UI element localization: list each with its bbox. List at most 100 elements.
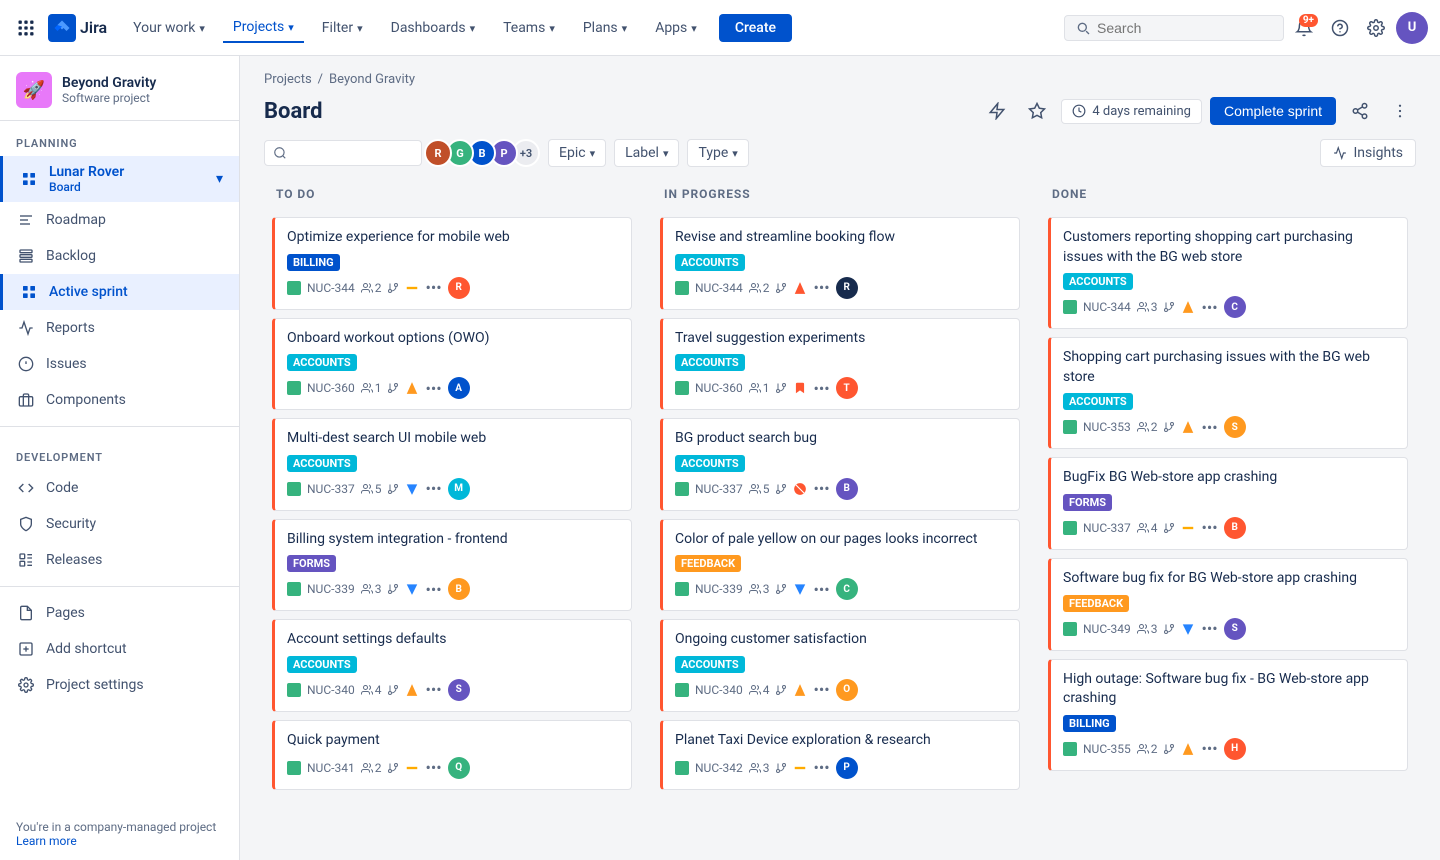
branch-svg bbox=[387, 282, 399, 294]
sidebar-item-add-shortcut[interactable]: Add shortcut bbox=[0, 631, 239, 667]
table-row[interactable]: Billing system integration - frontend FO… bbox=[272, 519, 632, 612]
card-count: 5 bbox=[361, 482, 382, 496]
card-footer: NUC-344 2 ••• R bbox=[675, 277, 1007, 299]
learn-more-link[interactable]: Learn more bbox=[16, 834, 77, 848]
label-filter-button[interactable]: Label bbox=[614, 139, 679, 167]
card-more-button[interactable]: ••• bbox=[425, 758, 441, 777]
table-row[interactable]: High outage: Software bug fix - BG Web-s… bbox=[1048, 659, 1408, 771]
notifications-button[interactable]: 9+ bbox=[1288, 12, 1320, 44]
sidebar: 🚀 Beyond Gravity Software project PLANNI… bbox=[0, 56, 240, 860]
card-branch-icon bbox=[775, 684, 787, 696]
table-row[interactable]: Revise and streamline booking flow ACCOU… bbox=[660, 217, 1020, 310]
card-more-button[interactable]: ••• bbox=[425, 379, 441, 398]
star-button[interactable] bbox=[1021, 95, 1053, 127]
help-button[interactable] bbox=[1324, 12, 1356, 44]
jira-logo[interactable]: Jira bbox=[48, 14, 107, 42]
sidebar-item-reports[interactable]: Reports bbox=[0, 310, 239, 346]
nav-apps[interactable]: Apps bbox=[645, 14, 707, 42]
subtask-icon bbox=[749, 762, 761, 774]
nav-filter[interactable]: Filter bbox=[312, 14, 373, 42]
priority-icon bbox=[1181, 521, 1195, 535]
complete-sprint-button[interactable]: Complete sprint bbox=[1210, 97, 1336, 125]
card-more-button[interactable]: ••• bbox=[1201, 619, 1217, 638]
more-options-button[interactable] bbox=[1384, 95, 1416, 127]
card-more-button[interactable]: ••• bbox=[813, 680, 829, 699]
board-search[interactable] bbox=[264, 140, 422, 166]
table-row[interactable]: Shopping cart purchasing issues with the… bbox=[1048, 337, 1408, 449]
card-more-button[interactable]: ••• bbox=[425, 680, 441, 699]
sidebar-item-security[interactable]: Security bbox=[0, 506, 239, 542]
nav-dashboards[interactable]: Dashboards bbox=[381, 14, 485, 42]
table-row[interactable]: Optimize experience for mobile web BILLI… bbox=[272, 217, 632, 310]
card-more-button[interactable]: ••• bbox=[1201, 739, 1217, 758]
card-count: 5 bbox=[749, 482, 770, 496]
assignee-avatar: B bbox=[836, 478, 858, 500]
nav-plans[interactable]: Plans bbox=[573, 14, 637, 42]
breadcrumb-project-name[interactable]: Beyond Gravity bbox=[329, 72, 415, 87]
table-row[interactable]: Ongoing customer satisfaction ACCOUNTS N… bbox=[660, 619, 1020, 712]
project-settings-svg bbox=[18, 677, 34, 693]
search-input[interactable] bbox=[1097, 20, 1247, 36]
table-row[interactable]: Quick payment NUC-341 2 ••• Q bbox=[272, 720, 632, 790]
card-more-button[interactable]: ••• bbox=[813, 379, 829, 398]
card-more-button[interactable]: ••• bbox=[1201, 418, 1217, 437]
card-more-button[interactable]: ••• bbox=[813, 479, 829, 498]
table-row[interactable]: Onboard workout options (OWO) ACCOUNTS N… bbox=[272, 318, 632, 411]
sidebar-item-releases[interactable]: Releases bbox=[0, 542, 239, 578]
sidebar-item-issues[interactable]: Issues bbox=[0, 346, 239, 382]
create-button[interactable]: Create bbox=[719, 14, 792, 42]
table-row[interactable]: Multi-dest search UI mobile web ACCOUNTS… bbox=[272, 418, 632, 511]
card-more-button[interactable]: ••• bbox=[425, 580, 441, 599]
card-more-button[interactable]: ••• bbox=[813, 758, 829, 777]
card-more-button[interactable]: ••• bbox=[1201, 298, 1217, 317]
nav-projects[interactable]: Projects bbox=[223, 13, 304, 43]
type-filter-button[interactable]: Type bbox=[687, 139, 748, 167]
table-row[interactable]: Account settings defaults ACCOUNTS NUC-3… bbox=[272, 619, 632, 712]
story-icon bbox=[1063, 622, 1077, 636]
card-title: Shopping cart purchasing issues with the… bbox=[1063, 348, 1395, 387]
table-row[interactable]: Color of pale yellow on our pages looks … bbox=[660, 519, 1020, 612]
board-search-input[interactable] bbox=[293, 145, 413, 161]
share-button[interactable] bbox=[1344, 95, 1376, 127]
card-tag: ACCOUNTS bbox=[675, 656, 745, 673]
priority-icon bbox=[793, 482, 807, 496]
user-avatar[interactable]: U bbox=[1396, 12, 1428, 44]
branch-svg bbox=[775, 583, 787, 595]
sidebar-item-pages[interactable]: Pages bbox=[0, 595, 239, 631]
table-row[interactable]: Travel suggestion experiments ACCOUNTS N… bbox=[660, 318, 1020, 411]
epic-filter-button[interactable]: Epic bbox=[548, 139, 606, 167]
breadcrumb-projects[interactable]: Projects bbox=[264, 72, 312, 87]
apps-grid-icon[interactable] bbox=[12, 14, 40, 42]
card-more-button[interactable]: ••• bbox=[813, 580, 829, 599]
sidebar-item-project-settings[interactable]: Project settings bbox=[0, 667, 239, 703]
settings-button[interactable] bbox=[1360, 12, 1392, 44]
card-more-button[interactable]: ••• bbox=[1201, 518, 1217, 537]
table-row[interactable]: BugFix BG Web-store app crashing FORMS N… bbox=[1048, 457, 1408, 550]
column-done: DONE Customers reporting shopping cart p… bbox=[1040, 179, 1416, 779]
card-count: 2 bbox=[361, 761, 382, 775]
card-id: NUC-341 bbox=[307, 761, 355, 775]
insights-button[interactable]: Insights bbox=[1320, 139, 1416, 167]
sidebar-item-active-sprint[interactable]: Active sprint bbox=[0, 274, 239, 310]
avatar-1[interactable]: R bbox=[424, 139, 452, 167]
table-row[interactable]: BG product search bug ACCOUNTS NUC-337 5… bbox=[660, 418, 1020, 511]
sidebar-item-lunar-rover[interactable]: Lunar Rover Board ▾ bbox=[0, 156, 239, 202]
table-row[interactable]: Software bug fix for BG Web-store app cr… bbox=[1048, 558, 1408, 651]
table-row[interactable]: Planet Taxi Device exploration & researc… bbox=[660, 720, 1020, 790]
card-more-button[interactable]: ••• bbox=[425, 479, 441, 498]
active-sprint-svg bbox=[21, 284, 37, 300]
sidebar-item-backlog[interactable]: Backlog bbox=[0, 238, 239, 274]
table-row[interactable]: Customers reporting shopping cart purcha… bbox=[1048, 217, 1408, 329]
lightning-button[interactable] bbox=[981, 95, 1013, 127]
sidebar-item-roadmap[interactable]: Roadmap bbox=[0, 202, 239, 238]
card-more-button[interactable]: ••• bbox=[813, 278, 829, 297]
nav-your-work[interactable]: Your work bbox=[123, 14, 215, 42]
sidebar-item-code[interactable]: Code bbox=[0, 470, 239, 506]
card-more-button[interactable]: ••• bbox=[425, 278, 441, 297]
sidebar-item-components[interactable]: Components bbox=[0, 382, 239, 418]
roadmap-svg bbox=[18, 212, 34, 228]
nav-teams[interactable]: Teams bbox=[493, 14, 565, 42]
card-branch-icon bbox=[387, 282, 399, 294]
search-bar[interactable] bbox=[1064, 15, 1284, 41]
card-footer: NUC-341 2 ••• Q bbox=[287, 757, 619, 779]
